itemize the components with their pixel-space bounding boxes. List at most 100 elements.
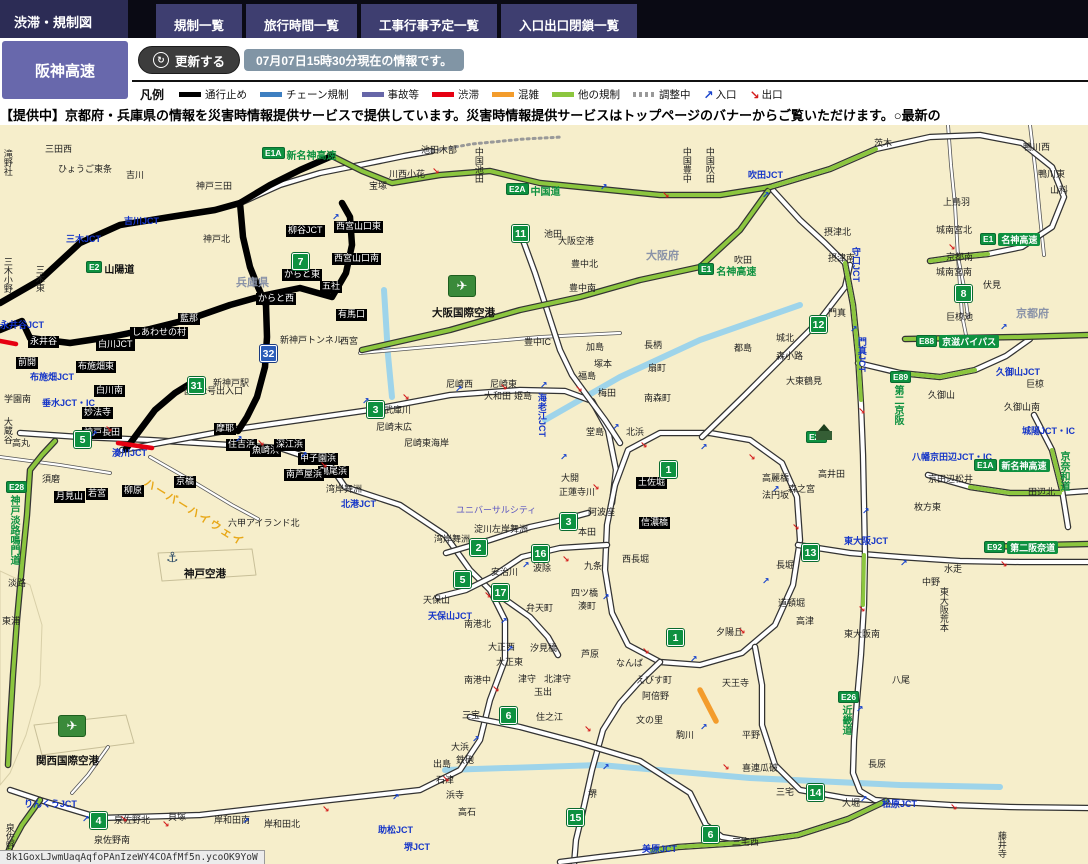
map-label: 布施畑東 [76,361,116,373]
entrance-arrow-icon: ↗ [856,705,864,714]
expressway-label: E1名神高速 [698,263,756,278]
route-number-badge: 4 [90,812,107,829]
tab-entrance-exit-closure-list[interactable]: 入口出口閉鎖一覧 [501,4,637,38]
map-label: 田辺北 [1028,488,1055,498]
map-label: 布施畑JCT [30,373,74,383]
entrance-arrow-icon: ↗ [300,451,308,460]
map-label: 松原JCT [882,800,917,810]
expressway-name: 京奈和道 [1056,451,1071,491]
map-label: 長柄 [644,341,662,351]
exit-arrow-icon: ↘ [640,441,648,450]
map-label: 豊中南 [569,284,596,294]
map-label: 三木JCT [66,235,101,245]
map-label: 大開 [561,474,579,484]
route-number-badge: 15 [567,809,584,826]
expressway-label: E1A新名神高速 [974,459,1050,472]
map-label: 芦原 [581,650,599,660]
map-label: 吹田JCT [748,171,783,181]
map-label: 道頓堀 [778,599,805,609]
exit-arrow-icon: ↘ [500,383,508,392]
exit-arrow-icon: ↘ [738,627,746,636]
map-label: 大堀 [842,799,860,809]
map-label: 住之江 [536,713,563,723]
legend-item: 通行止め [179,87,247,102]
map-label: 三宅 [776,788,794,798]
map-label: 池田 [544,230,562,240]
route-number-badge: 8 [955,285,972,302]
map-label: 四ツ橋 [571,589,598,599]
route-number-badge: 5 [74,431,91,448]
map-label: 文の里 [636,716,663,726]
map-label: 尼崎東海岸 [404,439,449,449]
map-label: 東大阪南 [844,630,880,640]
legend-item: 混雑 [492,87,539,102]
expressway-label: E1名神高速 [980,233,1040,246]
map-label: 藤井寺 [996,831,1006,858]
map-label: 京橋 [174,476,196,488]
map-label: 阿波座 [588,508,615,518]
expressway-code-badge: E1A [974,459,997,471]
tab-traffic-map[interactable]: 渋滞・規制図 [0,0,128,38]
exit-arrow-icon: ↘ [120,815,128,824]
map-label: 城北 [776,334,794,344]
map-label: 南芦屋浜 [284,469,324,481]
map-label: 枚方東 [914,503,941,513]
entrance-arrow-icon: ↗ [540,381,548,390]
map-label: 城南宮南 [936,268,972,278]
map-label: 三木小野 [2,257,12,293]
exit-arrow-icon: ↘ [1000,560,1008,569]
tab-regulations-list[interactable]: 規制一覧 [156,4,242,38]
map-label: 梅田 [598,389,616,399]
map-label: 湾岸舞洲 [326,485,362,495]
expressway-name: 第二阪奈道 [1007,541,1058,554]
map-label: 湊町 [578,602,596,612]
legend-item: ↗入口 [704,87,737,102]
entrance-arrow-icon: ↗ [392,793,400,802]
map-label: 阿倍野 [642,692,669,702]
route-number-badge: 11 [512,225,529,242]
entrance-arrow-icon: ↗ [612,423,620,432]
map-label: 豊中IC [524,338,551,348]
map-label: 平野 [742,731,760,741]
tab-travel-time-list[interactable]: 旅行時間一覧 [246,4,357,38]
map-label: 塚本 [594,360,612,370]
route-number-badge: 6 [702,826,719,843]
map-canvas[interactable]: 三田西ひょうご東条吉川神戸三田滝野社吉川JCT三木JCT神戸北三木小野三木東兵庫… [0,125,1088,864]
exit-arrow-icon: ↘ [584,725,592,734]
entrance-arrow-icon: ↗ [362,397,370,406]
map-label: 美原JCT [642,845,677,855]
map-label: 神戸三田 [196,182,232,192]
exit-arrow-icon: ↘ [432,167,440,176]
exit-arrow-icon: ↘ [592,483,600,492]
legend-swatch-icon: ↘ [750,88,760,102]
legend-item: 渋滞 [432,87,479,102]
legend-label: 通行止め [205,87,247,102]
expressway-name: 山陽道 [104,261,134,276]
route-number-badge: 16 [532,545,549,562]
entrance-arrow-icon: ↗ [762,577,770,586]
exit-arrow-icon: ↘ [442,775,450,784]
map-label: 大阪国際空港 [432,308,495,320]
exit-arrow-icon: ↘ [662,191,670,200]
tab-construction-schedule-list[interactable]: 工事行事予定一覧 [361,4,497,38]
entrance-arrow-icon: ↗ [762,191,770,200]
expressway-code-badge: E88 [916,335,937,347]
map-label: 城陽JCT・IC [1022,427,1075,437]
map-label: 貝塚 [168,813,186,823]
legend-swatch-icon: ↗ [704,88,714,102]
map-label: 波除 [533,564,551,574]
map-label: 五社 [320,281,342,293]
map-label: 扇町 [648,364,666,374]
map-label: 有馬口 [336,309,367,321]
legend-title: 凡例 [140,86,164,103]
map-label: 東大阪荒本 [938,587,948,632]
map-label: 森之宮 [788,485,815,495]
map-label: 大蔵谷 [2,417,12,444]
map-label: 伏見 [983,281,1001,291]
refresh-button[interactable]: 更新する [138,46,240,74]
refresh-icon [153,52,169,68]
map-label: ハーバーハイウェイ [142,477,247,549]
map-label: 上鳥羽 [943,198,970,208]
map-label: ユニバーサルシティ [456,506,536,516]
hanshin-expressway-traffic-page: 渋滞・規制図 規制一覧 旅行時間一覧 工事行事予定一覧 入口出口閉鎖一覧 阪神高… [0,0,1088,864]
